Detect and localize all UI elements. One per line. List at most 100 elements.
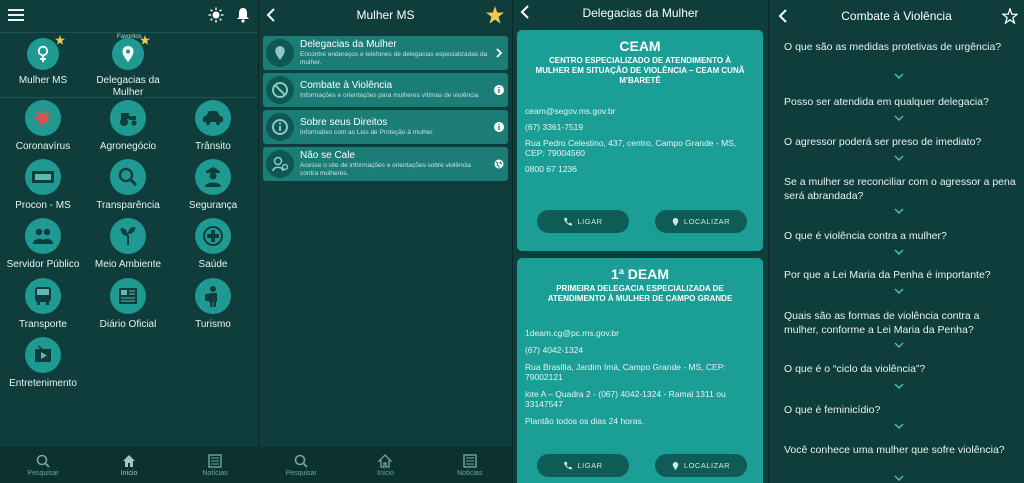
tile-saude[interactable]: Saúde <box>170 218 256 271</box>
prohibited-icon <box>272 82 288 98</box>
station-email[interactable]: 1deam.cg@pc.ms.gov.br <box>517 328 763 338</box>
nav-home[interactable]: Início <box>99 454 159 477</box>
chevron-down-icon[interactable] <box>894 249 904 255</box>
tile-label: Segurança <box>188 200 238 211</box>
faq-question[interactable]: Posso ser atendida em qualquer delegacia… <box>784 95 1016 109</box>
tile-label: Saúde <box>198 259 228 270</box>
tile-meio-ambiente[interactable]: Meio Ambiente <box>85 218 171 271</box>
menu-item-nao-se-cale[interactable]: Não se Cale Acesse o site de informações… <box>263 147 508 181</box>
favorite-star-icon[interactable] <box>486 6 504 24</box>
station-phone[interactable]: (67) 4042-1324 <box>517 345 763 355</box>
tile-label: Servidor Público <box>6 259 80 270</box>
chevron-down-icon[interactable] <box>894 383 904 389</box>
faq-question[interactable]: O que é o “ciclo da violência”? <box>784 362 1016 376</box>
combate-header: Combate à Violência <box>769 0 1024 32</box>
nav-search[interactable]: Pesquisar <box>13 454 73 477</box>
nav-news[interactable]: Notícias <box>440 453 500 477</box>
bus-icon <box>35 287 51 305</box>
back-arrow-icon[interactable] <box>777 8 789 24</box>
chevron-down-icon[interactable] <box>894 288 904 294</box>
faq-question[interactable]: Quais são as formas de violência contra … <box>784 309 1016 337</box>
tile-coronavirus[interactable]: Coronavírus <box>0 100 86 153</box>
station-extra: 0800 67 1236 <box>525 164 577 174</box>
tile-entretenimento[interactable]: Entretenimento <box>0 337 86 390</box>
chevron-down-icon[interactable] <box>894 208 904 214</box>
call-button[interactable]: LIGAR <box>537 210 629 233</box>
favorite-mulher-ms[interactable]: Mulher MS <box>0 35 86 87</box>
menu-item-direitos[interactable]: Sobre seus Direitos Informativo com as L… <box>263 110 508 144</box>
tile-transito[interactable]: Trânsito <box>170 100 256 153</box>
tile-diario-oficial[interactable]: Diário Oficial <box>85 278 171 331</box>
chevron-down-icon[interactable] <box>894 73 904 79</box>
search-icon <box>36 454 50 468</box>
tile-label: Turismo <box>195 319 231 330</box>
bottom-nav: Pesquisar Início Notícias <box>0 447 258 483</box>
tile-transporte[interactable]: Transporte <box>0 278 86 331</box>
chevron-down-icon[interactable] <box>894 475 904 481</box>
female-symbol-icon <box>37 45 49 62</box>
station-email[interactable]: ceam@segov.ms.gov.br <box>517 106 763 116</box>
faq-question[interactable]: Você conhece uma mulher que sofre violên… <box>784 443 1016 457</box>
bell-icon[interactable] <box>236 7 250 23</box>
station-phone[interactable]: (67) 3361-7519 <box>517 122 763 132</box>
tile-agronegocio[interactable]: Agronegócio <box>85 100 171 153</box>
back-arrow-icon[interactable] <box>519 4 531 20</box>
health-cross-icon <box>203 226 223 246</box>
nav-search[interactable]: Pesquisar <box>271 454 331 477</box>
home-topbar <box>0 0 258 30</box>
nav-news[interactable]: Notícias <box>185 453 245 477</box>
favorite-star-outline-icon[interactable] <box>1002 8 1018 24</box>
faq-question[interactable]: O agressor poderá ser preso de imediato? <box>784 135 1016 149</box>
faq-question[interactable]: O que são as medidas protetivas de urgên… <box>784 40 1016 54</box>
chevron-right-icon <box>496 48 503 58</box>
page-title: Combate à Violência <box>841 9 952 23</box>
tile-servidor-publico[interactable]: Servidor Público <box>0 218 86 271</box>
menu-item-delegacias[interactable]: Delegacias da Mulher Encontre endereços … <box>263 36 508 70</box>
location-pin-icon <box>122 46 134 62</box>
entertainment-icon <box>35 345 51 362</box>
car-icon <box>203 111 223 126</box>
tile-label: Entretenimento <box>9 378 77 389</box>
tile-label: Coronavírus <box>15 141 71 152</box>
locate-button[interactable]: LOCALIZAR <box>655 210 747 233</box>
location-pin-icon <box>672 217 679 226</box>
menu-icon[interactable] <box>8 9 24 21</box>
magnifier-icon <box>118 167 138 187</box>
tile-procon[interactable]: Procon - MS <box>0 159 86 212</box>
sun-icon[interactable] <box>208 7 224 23</box>
home-icon <box>378 453 393 468</box>
nav-home-label: Início <box>377 469 394 477</box>
chevron-down-icon[interactable] <box>894 342 904 348</box>
people-icon <box>33 228 53 244</box>
menu-item-combate[interactable]: Combate à Violência Informações e orient… <box>263 73 508 107</box>
station-subtitle: CENTRO ESPECIALIZADO DE ATENDIMENTO À MU… <box>535 56 745 85</box>
globe-icon <box>494 159 504 169</box>
locate-button[interactable]: LOCALIZAR <box>655 454 747 477</box>
mulher-ms-header: Mulher MS <box>259 0 512 30</box>
back-arrow-icon[interactable] <box>265 7 277 23</box>
station-address: Rua Pedro Celestino, 437, centro, Campo … <box>525 138 737 158</box>
tile-seguranca[interactable]: Segurança <box>170 159 256 212</box>
nav-home[interactable]: Início <box>355 453 415 477</box>
menu-item-desc: Acesse o site de informações e orientaçõ… <box>300 162 471 177</box>
tourist-icon <box>205 286 217 307</box>
faq-question[interactable]: Por que a Lei Maria da Penha é important… <box>784 268 1016 282</box>
info-icon <box>494 122 504 132</box>
phone-icon <box>564 461 573 470</box>
faq-question[interactable]: Se a mulher se reconciliar com o agresso… <box>784 175 1016 203</box>
tile-transparencia[interactable]: Transparência <box>85 159 171 212</box>
chevron-down-icon[interactable] <box>894 115 904 121</box>
tile-label: Procon - MS <box>15 200 71 211</box>
faq-question[interactable]: O que é violência contra a mulher? <box>784 229 1016 243</box>
chevron-down-icon[interactable] <box>894 423 904 429</box>
call-button[interactable]: LIGAR <box>537 454 629 477</box>
faq-question[interactable]: O que é feminicídio? <box>784 403 1016 417</box>
page-title: Delegacias da Mulher <box>582 6 699 20</box>
tile-turismo[interactable]: Turismo <box>170 278 256 331</box>
news-icon <box>208 453 222 468</box>
nav-home-label: Início <box>120 469 138 477</box>
favorite-delegacias[interactable]: Delegacias da Mulher <box>85 35 171 99</box>
menu-item-desc: Informativo com as Leis de Proteção à mu… <box>300 129 435 136</box>
favorite-label: Delegacias da Mulher <box>96 75 160 98</box>
chevron-down-icon[interactable] <box>894 155 904 161</box>
